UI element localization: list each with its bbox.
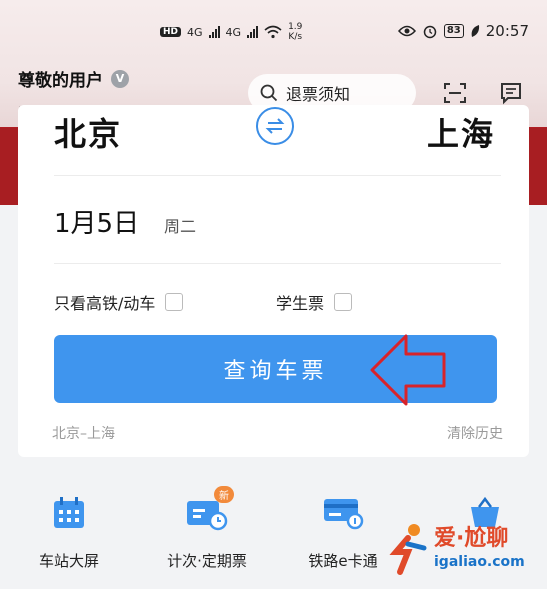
network-speed: 1.9 K/s — [288, 22, 303, 42]
status-left: HD 4G 4G 1.9 K/s — [160, 22, 302, 42]
route-row: 北京 上海 — [18, 105, 529, 175]
shortcut-station-screen[interactable]: 车站大屏 — [14, 490, 124, 571]
swap-cities-button[interactable] — [256, 107, 294, 145]
shortcut-label: 计次·定期票 — [167, 552, 247, 570]
hd-icon: HD — [160, 27, 182, 37]
search-history-item[interactable]: 北京–上海 — [52, 423, 115, 443]
clock-time: 20:57 — [485, 22, 529, 40]
message-icon[interactable] — [498, 80, 524, 106]
divider — [54, 175, 501, 176]
shortcut-railway-ecard[interactable]: 铁路e卡通 — [288, 490, 398, 571]
leaf-icon — [471, 25, 479, 37]
user-name-label: 尊敬的用户 — [18, 71, 103, 91]
signal-icon — [247, 26, 259, 38]
sim2-label: 4G — [225, 25, 242, 39]
ticket-search-card: 北京 上海 1月5日 周二 只看高铁/动车 学生票 查询车票 北京–上海 清除历… — [18, 105, 529, 457]
pointer-arrow-icon — [370, 334, 446, 406]
watermark-url: igaliao.com — [434, 554, 525, 570]
shortcut-label: 铁路e卡通 — [308, 552, 378, 570]
vip-badge-icon: V — [111, 69, 129, 88]
student-ticket-label: 学生票 — [276, 294, 325, 313]
high-speed-only-label: 只看高铁/动车 — [54, 294, 156, 313]
runner-logo-icon — [389, 524, 427, 575]
wifi-icon — [264, 25, 282, 39]
student-ticket-checkbox[interactable] — [334, 293, 353, 311]
travel-date[interactable]: 1月5日 — [54, 203, 139, 240]
user-greeting[interactable]: 尊敬的用户 V — [18, 66, 129, 91]
departure-city[interactable]: 北京 — [54, 109, 122, 155]
calendar-icon — [54, 497, 84, 528]
alarm-icon — [423, 25, 437, 39]
new-badge: 新 — [214, 486, 234, 503]
arrival-city[interactable]: 上海 — [427, 109, 495, 155]
shortcut-label: 车站大屏 — [38, 552, 99, 570]
swap-icon — [265, 118, 285, 134]
high-speed-only-option[interactable]: 只看高铁/动车 — [54, 290, 184, 314]
search-placeholder: 退票须知 — [286, 85, 351, 104]
watermark-logo: 爱·尬聊 igaliao.com — [386, 516, 546, 582]
signal-icon — [208, 26, 220, 38]
eye-icon — [397, 25, 416, 37]
scan-icon[interactable] — [442, 80, 468, 106]
divider — [54, 263, 501, 264]
student-ticket-option[interactable]: 学生票 — [276, 290, 353, 314]
clear-history-link[interactable]: 清除历史 — [447, 423, 503, 443]
watermark-brand: 爱·尬聊 — [434, 526, 509, 551]
high-speed-only-checkbox[interactable] — [165, 293, 184, 311]
travel-weekday[interactable]: 周二 — [164, 213, 196, 237]
shortcut-periodic-ticket[interactable]: 新 计次·定期票 — [152, 486, 262, 571]
sim1-label: 4G — [187, 25, 203, 39]
status-bar: HD 4G 4G 1.9 K/s 83 20:57 — [0, 0, 547, 62]
status-right: 83 20:57 — [397, 22, 529, 40]
card-icon — [324, 499, 364, 530]
battery-icon: 83 — [443, 24, 464, 38]
search-icon — [260, 84, 278, 102]
